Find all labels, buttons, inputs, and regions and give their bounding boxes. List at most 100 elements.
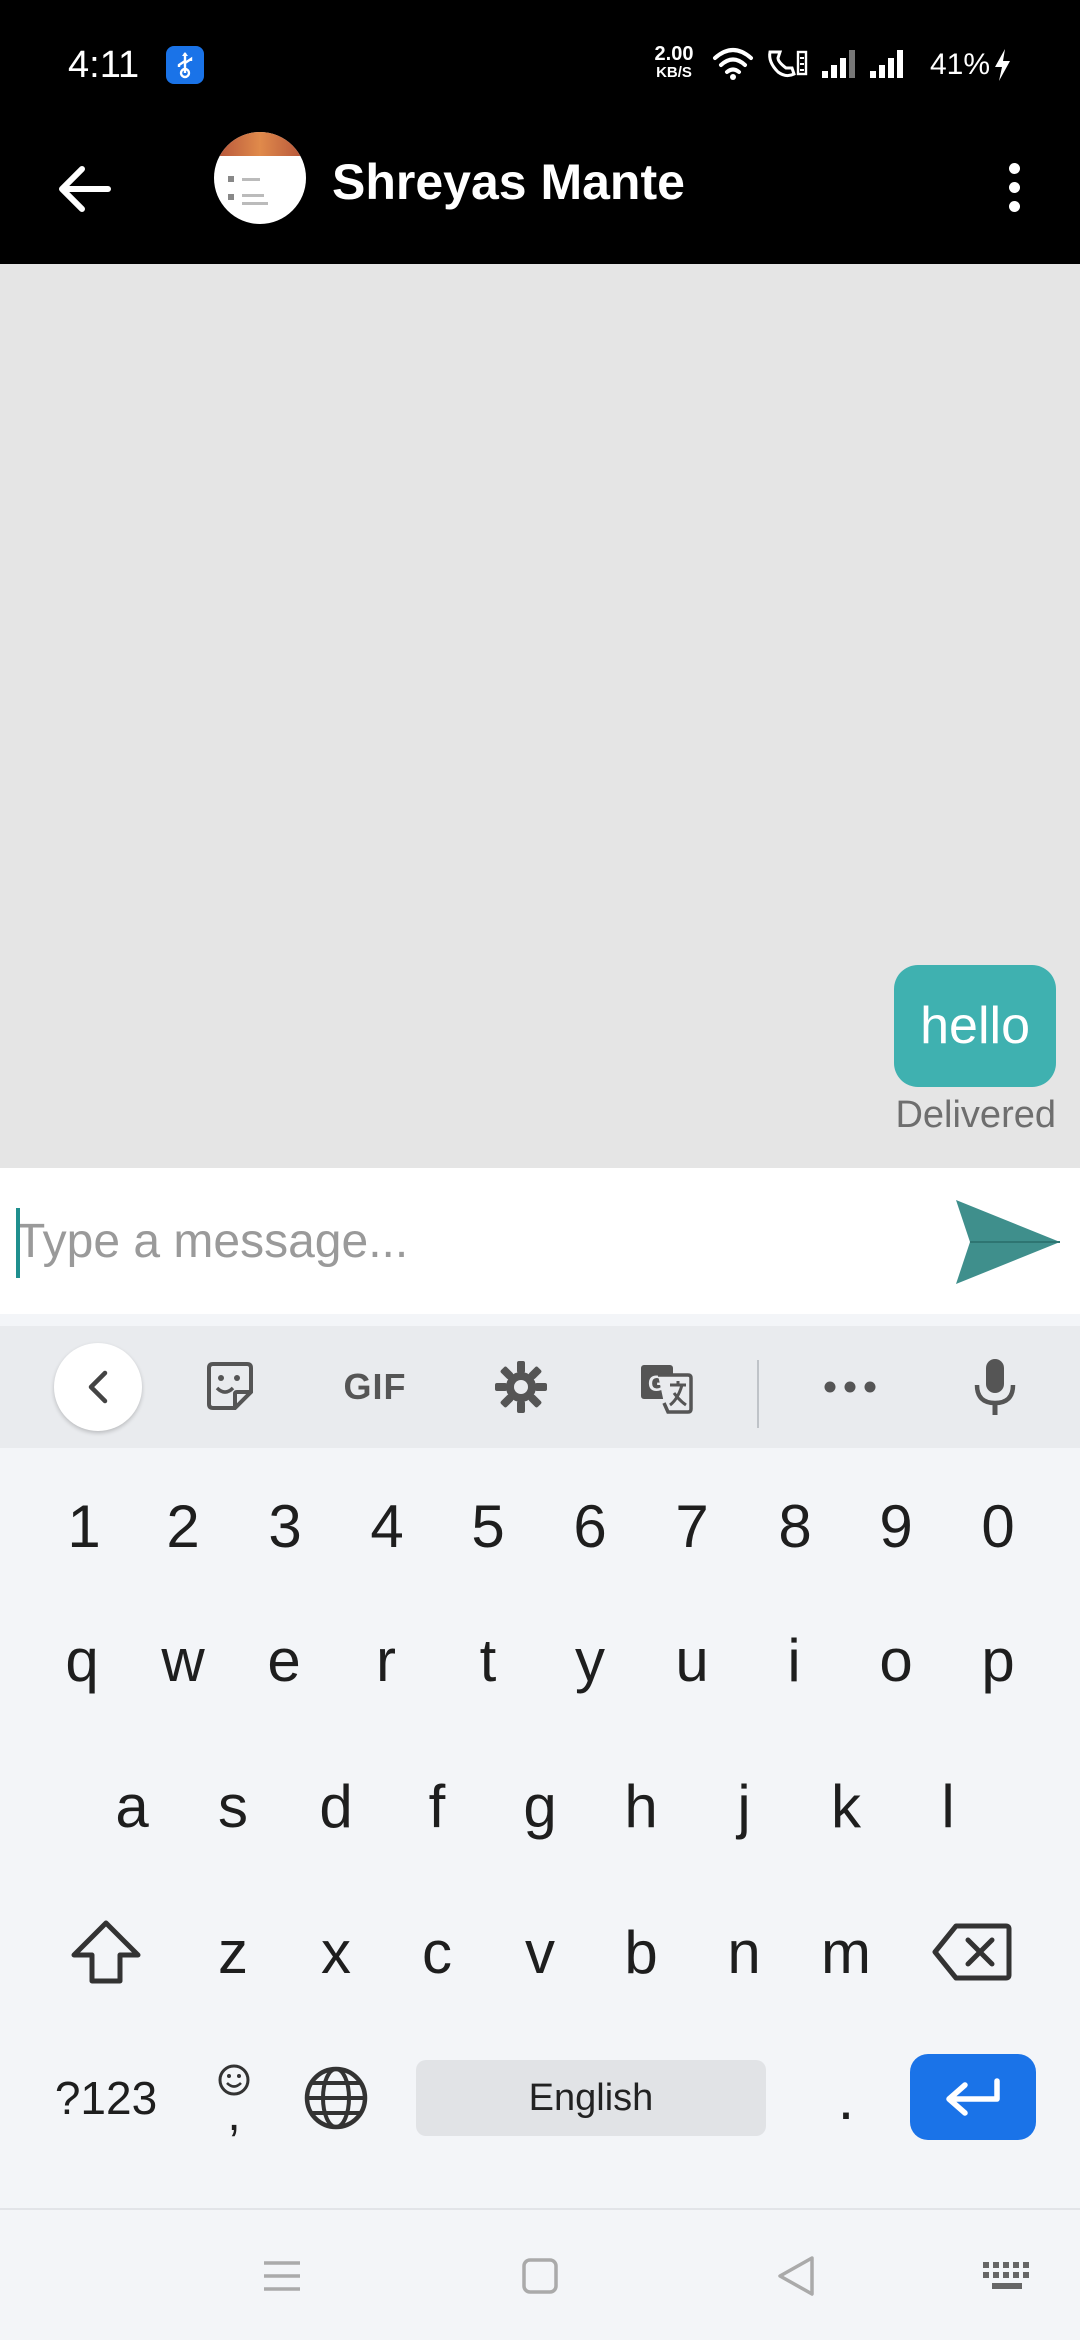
gif-button[interactable]: GIF bbox=[320, 1326, 430, 1448]
space-bar[interactable]: English bbox=[416, 2060, 766, 2136]
more-tools-button[interactable] bbox=[814, 1326, 886, 1448]
battery-level: 41% bbox=[930, 48, 991, 81]
enter-key[interactable] bbox=[910, 2054, 1036, 2140]
message-status: Delivered bbox=[895, 1094, 1056, 1136]
contact-avatar[interactable] bbox=[214, 132, 306, 224]
key-l[interactable]: l bbox=[898, 1746, 998, 1866]
globe-icon bbox=[304, 2066, 368, 2130]
recents-button[interactable] bbox=[250, 2244, 314, 2308]
wifi-icon bbox=[713, 48, 753, 80]
settings-button[interactable] bbox=[486, 1326, 556, 1448]
sticker-button[interactable] bbox=[194, 1326, 266, 1448]
key-7[interactable]: 7 bbox=[642, 1466, 742, 1586]
net-speed-unit: KB/S bbox=[656, 64, 692, 81]
back-nav-button[interactable] bbox=[764, 2244, 828, 2308]
shift-key[interactable] bbox=[56, 1892, 156, 2012]
key-s[interactable]: s bbox=[183, 1746, 283, 1866]
status-time: 4:11 bbox=[68, 44, 140, 86]
key-1[interactable]: 1 bbox=[34, 1466, 134, 1586]
microphone-icon bbox=[974, 1359, 1016, 1415]
message-list[interactable]: hello Delivered bbox=[0, 264, 1080, 1168]
key-e[interactable]: e bbox=[234, 1600, 334, 1720]
key-i[interactable]: i bbox=[744, 1600, 844, 1720]
emoji-comma-key[interactable]: , bbox=[196, 2038, 272, 2158]
enter-icon bbox=[946, 2078, 1000, 2116]
usb-icon bbox=[166, 46, 204, 84]
comma-label: , bbox=[227, 2088, 241, 2141]
voice-input-button[interactable] bbox=[960, 1326, 1030, 1448]
status-icons bbox=[712, 46, 906, 80]
key-q[interactable]: q bbox=[32, 1600, 132, 1720]
translate-icon: G bbox=[641, 1365, 693, 1414]
home-button[interactable] bbox=[508, 2244, 572, 2308]
arrow-back-icon bbox=[59, 166, 111, 212]
translate-button[interactable]: G bbox=[630, 1326, 702, 1448]
message-input[interactable] bbox=[16, 1196, 916, 1286]
key-p[interactable]: p bbox=[948, 1600, 1048, 1720]
toolbar-divider bbox=[757, 1360, 759, 1428]
key-m[interactable]: m bbox=[796, 1892, 896, 2012]
key-w[interactable]: w bbox=[133, 1600, 233, 1720]
gif-label: GIF bbox=[343, 1366, 407, 1407]
key-o[interactable]: o bbox=[846, 1600, 946, 1720]
backspace-key[interactable] bbox=[922, 1892, 1022, 2012]
collapse-toolbar-button[interactable] bbox=[54, 1326, 142, 1448]
back-button[interactable] bbox=[50, 154, 120, 224]
key-u[interactable]: u bbox=[642, 1600, 742, 1720]
key-3[interactable]: 3 bbox=[235, 1466, 335, 1586]
keyboard-icon bbox=[983, 2262, 1029, 2289]
send-icon[interactable] bbox=[948, 1194, 1064, 1290]
signal-strength-icon-sim1 bbox=[822, 50, 855, 78]
key-h[interactable]: h bbox=[591, 1746, 691, 1866]
key-d[interactable]: d bbox=[286, 1746, 386, 1866]
signal-strength-icon-sim2 bbox=[870, 50, 903, 78]
message-composer bbox=[0, 1168, 1080, 1314]
key-y[interactable]: y bbox=[540, 1600, 640, 1720]
menu-icon bbox=[264, 2261, 300, 2291]
outgoing-message-bubble[interactable]: hello bbox=[894, 965, 1056, 1087]
volte-call-icon bbox=[768, 50, 808, 78]
keyboard-switch-button[interactable] bbox=[972, 2244, 1042, 2308]
key-8[interactable]: 8 bbox=[745, 1466, 845, 1586]
language-key[interactable] bbox=[286, 2038, 386, 2158]
chat-header: Shreyas Mante bbox=[0, 132, 1080, 264]
key-f[interactable]: f bbox=[387, 1746, 487, 1866]
chevron-left-icon bbox=[88, 1370, 108, 1404]
sticker-icon bbox=[207, 1362, 253, 1410]
key-a[interactable]: a bbox=[82, 1746, 182, 1866]
keyboard-toolbar: GIF G bbox=[0, 1326, 1080, 1448]
key-5[interactable]: 5 bbox=[438, 1466, 538, 1586]
symbols-key[interactable]: ?123 bbox=[44, 2038, 168, 2158]
system-navigation-bar bbox=[0, 2208, 1080, 2340]
key-c[interactable]: c bbox=[387, 1892, 487, 2012]
key-v[interactable]: v bbox=[490, 1892, 590, 2012]
key-t[interactable]: t bbox=[438, 1600, 538, 1720]
key-g[interactable]: g bbox=[490, 1746, 590, 1866]
more-options-button[interactable] bbox=[994, 152, 1034, 222]
key-x[interactable]: x bbox=[286, 1892, 386, 2012]
period-key[interactable]: . bbox=[796, 2038, 896, 2158]
key-2[interactable]: 2 bbox=[133, 1466, 233, 1586]
square-icon bbox=[522, 2258, 558, 2294]
key-6[interactable]: 6 bbox=[540, 1466, 640, 1586]
more-vert-icon bbox=[1008, 162, 1020, 174]
contact-name[interactable]: Shreyas Mante bbox=[332, 150, 685, 214]
key-b[interactable]: b bbox=[591, 1892, 691, 2012]
text-cursor bbox=[16, 1208, 20, 1278]
net-speed: 2.00 KB/S bbox=[648, 44, 700, 82]
gear-icon bbox=[495, 1361, 547, 1413]
key-4[interactable]: 4 bbox=[337, 1466, 437, 1586]
key-r[interactable]: r bbox=[336, 1600, 436, 1720]
key-k[interactable]: k bbox=[796, 1746, 896, 1866]
shift-icon bbox=[71, 1920, 141, 1984]
key-9[interactable]: 9 bbox=[846, 1466, 946, 1586]
backspace-icon bbox=[932, 1923, 1012, 1981]
key-n[interactable]: n bbox=[694, 1892, 794, 2012]
status-bar: 4:11 2.00 KB/S 41% bbox=[0, 0, 1080, 132]
triangle-back-icon bbox=[778, 2256, 814, 2296]
key-j[interactable]: j bbox=[694, 1746, 794, 1866]
key-z[interactable]: z bbox=[183, 1892, 283, 2012]
soft-keyboard: GIF G 1 2 3 4 5 6 7 8 9 0 q w e r t y u … bbox=[0, 1314, 1080, 2208]
charging-icon bbox=[995, 49, 1010, 81]
key-0[interactable]: 0 bbox=[948, 1466, 1048, 1586]
